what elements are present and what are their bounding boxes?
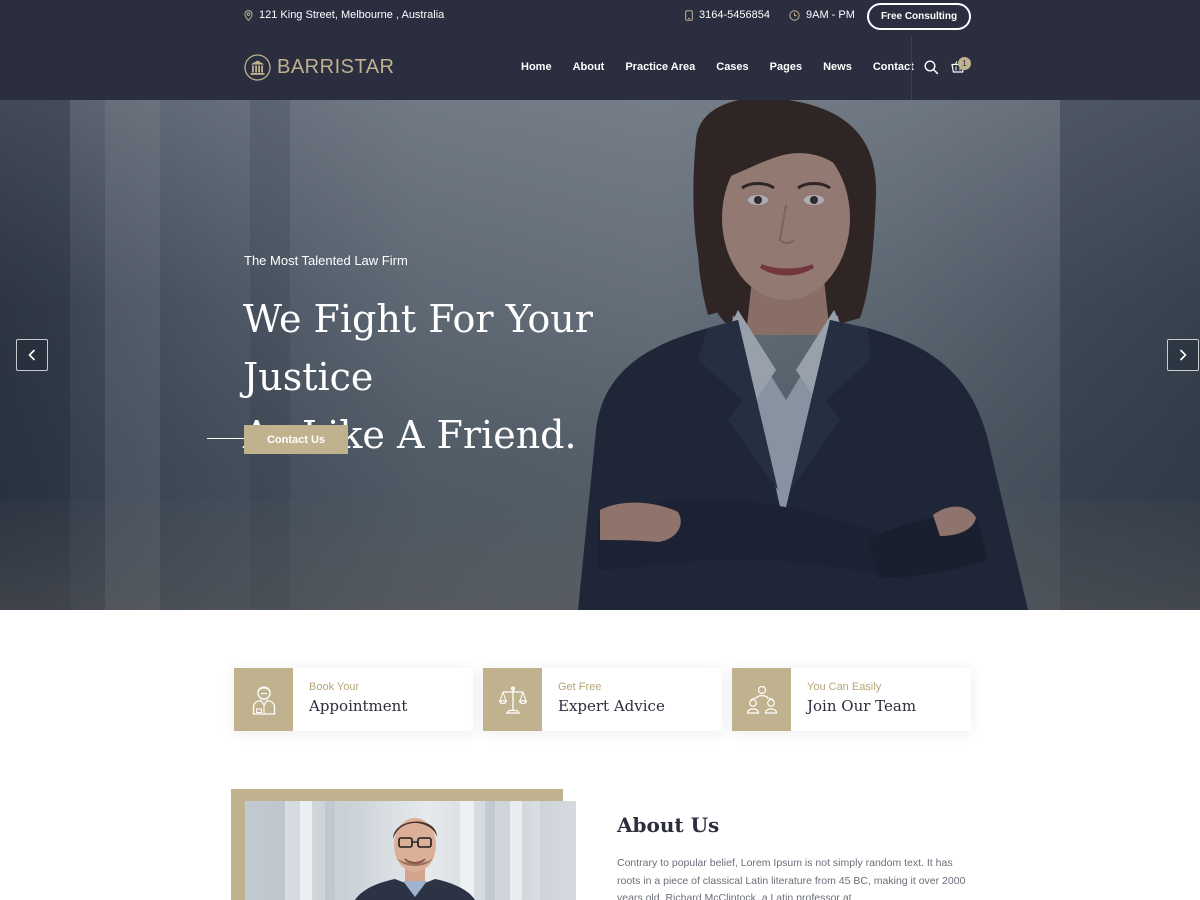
cart-count-badge: 1 <box>958 57 971 70</box>
nav-menu: Home About Practice Area Cases Pages New… <box>521 61 914 73</box>
address-info: 121 King Street, Melbourne , Australia <box>244 9 444 21</box>
courthouse-logo-icon <box>244 54 271 81</box>
feature-kicker: Book Your <box>309 681 360 693</box>
nav-divider <box>911 36 912 100</box>
nav-item-home[interactable]: Home <box>521 61 552 73</box>
window-blinds-graphic <box>245 801 576 900</box>
about-title: About Us <box>617 813 720 837</box>
top-bar: 121 King Street, Melbourne , Australia 3… <box>0 0 1200 36</box>
location-pin-icon <box>244 9 253 21</box>
site-logo[interactable]: BARRISTAR <box>244 54 394 81</box>
logo-text[interactable]: BARRISTAR <box>277 56 394 79</box>
feature-card-expert-advice[interactable]: Get Free Expert Advice <box>483 668 722 731</box>
phone-icon <box>685 9 693 21</box>
hours-info: 9AM - PM <box>789 9 855 21</box>
hero-title-line-1: We Fight For Your Justice <box>243 297 593 399</box>
chevron-left-icon <box>28 349 36 361</box>
slider-next-button[interactable] <box>1167 339 1199 371</box>
nav-item-about[interactable]: About <box>573 61 605 73</box>
main-navbar: BARRISTAR Home About Practice Area Cases… <box>0 36 1200 100</box>
nav-item-contact[interactable]: Contact <box>873 61 914 73</box>
feature-title[interactable]: Appointment <box>309 697 407 715</box>
feature-icon-box <box>732 668 791 731</box>
nav-item-practice-area[interactable]: Practice Area <box>625 61 695 73</box>
hours-text: 9AM - PM <box>806 9 855 21</box>
slider-prev-button[interactable] <box>16 339 48 371</box>
chevron-right-icon <box>1179 349 1187 361</box>
nav-item-pages[interactable]: Pages <box>770 61 802 73</box>
lawyer-icon <box>252 685 275 715</box>
nav-item-news[interactable]: News <box>823 61 852 73</box>
address-text: 121 King Street, Melbourne , Australia <box>259 9 445 21</box>
search-icon[interactable] <box>924 60 939 75</box>
hero-subtitle: The Most Talented Law Firm <box>244 253 408 268</box>
feature-card-join-team[interactable]: You Can Easily Join Our Team <box>732 668 971 731</box>
feature-title[interactable]: Expert Advice <box>558 697 665 715</box>
scales-icon <box>498 685 527 714</box>
clock-icon <box>789 9 800 21</box>
feature-icon-box <box>234 668 293 731</box>
feature-icon-box <box>483 668 542 731</box>
feature-title[interactable]: Join Our Team <box>807 697 916 715</box>
team-icon <box>746 685 777 714</box>
nav-item-cases[interactable]: Cases <box>716 61 748 73</box>
feature-card-appointment[interactable]: Book Your Appointment <box>234 668 473 731</box>
feature-kicker: You Can Easily <box>807 681 882 693</box>
phone-info[interactable]: 3164-5456854 <box>685 9 770 21</box>
contact-us-button[interactable]: Contact Us <box>244 425 348 454</box>
about-text: Contrary to popular belief, Lorem Ipsum … <box>617 857 966 900</box>
about-lawyer-image <box>245 801 576 900</box>
phone-text[interactable]: 3164-5456854 <box>699 9 770 21</box>
hero-slider: The Most Talented Law Firm We Fight For … <box>0 100 1200 610</box>
free-consulting-button[interactable]: Free Consulting <box>867 3 971 30</box>
feature-kicker: Get Free <box>558 681 602 693</box>
